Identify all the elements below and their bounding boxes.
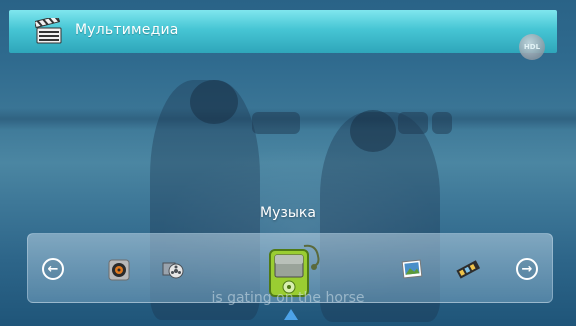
video-subtitle: is gating on the horse <box>211 290 365 306</box>
expand-arrow-icon[interactable] <box>284 309 298 320</box>
brand-badge-icon: HDL <box>519 34 545 60</box>
selected-category-label: Музыка <box>260 205 316 221</box>
photo-icon[interactable] <box>401 259 423 279</box>
background-head <box>350 110 396 152</box>
carousel-prev-button[interactable]: ← <box>42 258 64 280</box>
carousel-next-button[interactable]: → <box>516 258 538 280</box>
background-horse <box>398 112 428 134</box>
background-horse <box>252 112 300 134</box>
background-head <box>190 80 238 124</box>
video-reel-icon[interactable] <box>162 259 184 279</box>
page-title: Мультимедиа <box>75 22 179 38</box>
arrow-right-icon: → <box>521 261 533 277</box>
dvd-player-icon[interactable] <box>108 259 130 281</box>
arrow-left-icon: ← <box>47 261 59 277</box>
clapperboard-icon <box>35 18 62 44</box>
background-horse <box>432 112 452 134</box>
multimedia-screen: Мультимедиа HDL Музыка ← → is gating on … <box>0 0 576 326</box>
film-strip-icon[interactable] <box>456 259 480 279</box>
header-bar: Мультимедиа HDL <box>9 10 557 60</box>
